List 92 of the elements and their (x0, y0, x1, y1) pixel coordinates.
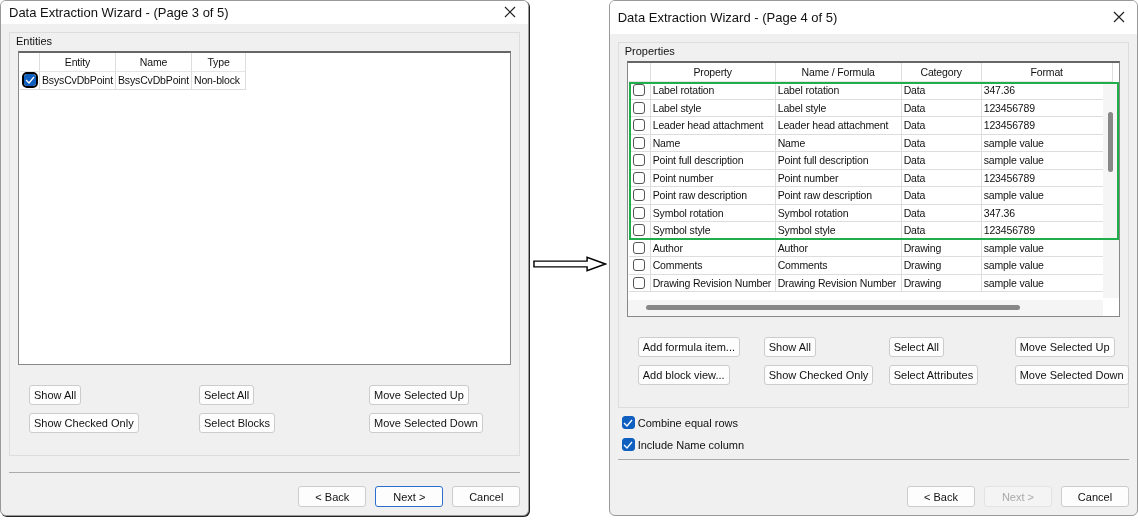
checkbox[interactable] (633, 136, 646, 149)
close-icon[interactable] (504, 5, 517, 18)
table-cell: Point number (650, 169, 776, 187)
table-cell: Author (650, 239, 776, 257)
table-cell: Data (901, 169, 982, 187)
action-button[interactable]: Add block view... (637, 365, 730, 385)
action-button[interactable]: Move Selected Down (369, 413, 483, 433)
column-header[interactable]: Format (981, 63, 1113, 82)
table-cell: BsysCvDbPoint (116, 72, 192, 90)
action-button[interactable]: Move Selected Up (1014, 337, 1115, 357)
table-cell: Drawing Revision Number (650, 274, 776, 292)
table-cell: Data (901, 117, 982, 135)
action-button[interactable]: Move Selected Up (369, 385, 469, 405)
table-cell: Point raw description (775, 187, 902, 205)
checkbox[interactable] (633, 206, 646, 219)
checkbox[interactable] (633, 259, 646, 272)
action-button[interactable]: Show All (29, 385, 82, 405)
action-button[interactable]: Show Checked Only (29, 413, 139, 433)
table-cell: Symbol style (775, 222, 902, 240)
table-cell: Symbol style (650, 222, 776, 240)
column-header[interactable]: Name / Formula (775, 63, 902, 82)
table-cell: Point raw description (650, 187, 776, 205)
action-button[interactable]: Select Attributes (888, 365, 979, 385)
table-cell: Label rotation (650, 82, 776, 100)
table-cell: Label style (775, 99, 902, 117)
table-cell: Data (901, 187, 982, 205)
checkbox[interactable] (621, 416, 635, 429)
table-cell: Point number (775, 169, 902, 187)
checkbox[interactable] (633, 154, 646, 167)
table-cell: Leader head attachment (775, 117, 902, 135)
table-cell: Symbol rotation (775, 204, 902, 222)
checkbox[interactable] (633, 171, 646, 184)
group-label: Entities (16, 35, 53, 47)
nav-button[interactable]: < Back (298, 486, 367, 507)
table-cell: Data (901, 99, 982, 117)
action-button[interactable]: Move Selected Down (1014, 365, 1129, 385)
table-cell: Data (901, 134, 982, 152)
table-cell: Author (775, 239, 902, 257)
header-corner (628, 63, 651, 82)
table-cell: Label style (650, 99, 776, 117)
table-cell: Data (901, 204, 982, 222)
nav-button[interactable]: Next > (375, 486, 444, 507)
table-cell: Label rotation (775, 82, 902, 100)
vertical-scrollbar[interactable] (1103, 82, 1119, 298)
arrow-icon (533, 256, 607, 272)
table-cell: Drawing (901, 274, 982, 292)
action-button[interactable]: Add formula item... (637, 337, 740, 357)
table-cell: Data (901, 222, 982, 240)
group-label: Properties (624, 45, 675, 57)
table-cell: Leader head attachment (650, 117, 776, 135)
window-title: Data Extraction Wizard - (Page 4 of 5) (617, 10, 838, 25)
column-header[interactable]: Entity (40, 53, 116, 72)
column-header[interactable]: Category (901, 63, 982, 82)
table-cell: Non-block (192, 72, 246, 90)
table-cell: Symbol rotation (650, 204, 776, 222)
action-button[interactable]: Select Blocks (199, 413, 276, 433)
table-cell: BsysCvDbPoint (40, 72, 116, 90)
window-title: Data Extraction Wizard - (Page 3 of 5) (9, 5, 229, 20)
table-cell: Point full description (650, 152, 776, 170)
table-cell: Data (901, 152, 982, 170)
table-cell: Comments (775, 257, 902, 275)
horizontal-scrollbar[interactable] (627, 300, 1103, 316)
checkbox[interactable] (633, 224, 646, 237)
close-icon[interactable] (1113, 10, 1125, 23)
action-button[interactable]: Show All (763, 337, 816, 357)
action-button[interactable]: Select All (199, 385, 255, 405)
table-cell: Name (775, 134, 902, 152)
table-cell: Drawing Revision Number (775, 274, 902, 292)
checkbox-label: Include Name column (637, 438, 745, 451)
checkbox[interactable] (633, 119, 646, 132)
action-button[interactable]: Select All (888, 337, 944, 357)
nav-button[interactable]: < Back (907, 486, 975, 507)
column-header[interactable]: Property (650, 63, 776, 82)
table-cell: Comments (650, 257, 776, 275)
checkbox[interactable] (633, 101, 646, 114)
checkbox[interactable] (633, 189, 646, 202)
nav-button[interactable]: Cancel (452, 486, 521, 507)
action-button[interactable]: Show Checked Only (763, 365, 874, 385)
table-cell: Drawing (901, 239, 982, 257)
table-cell: Name (650, 134, 776, 152)
table-cell: Data (901, 82, 982, 100)
checkbox[interactable] (633, 276, 646, 289)
checkbox[interactable] (633, 84, 646, 97)
checkbox-label: Combine equal rows (637, 416, 738, 429)
nav-button[interactable]: Cancel (1061, 486, 1129, 507)
checkbox[interactable] (621, 438, 635, 451)
column-header[interactable]: Name (116, 53, 192, 72)
checkbox[interactable] (633, 241, 646, 254)
table-cell: Drawing (901, 257, 982, 275)
column-header[interactable]: Type (192, 53, 246, 72)
table-cell: Point full description (775, 152, 902, 170)
checkbox[interactable] (23, 74, 36, 87)
